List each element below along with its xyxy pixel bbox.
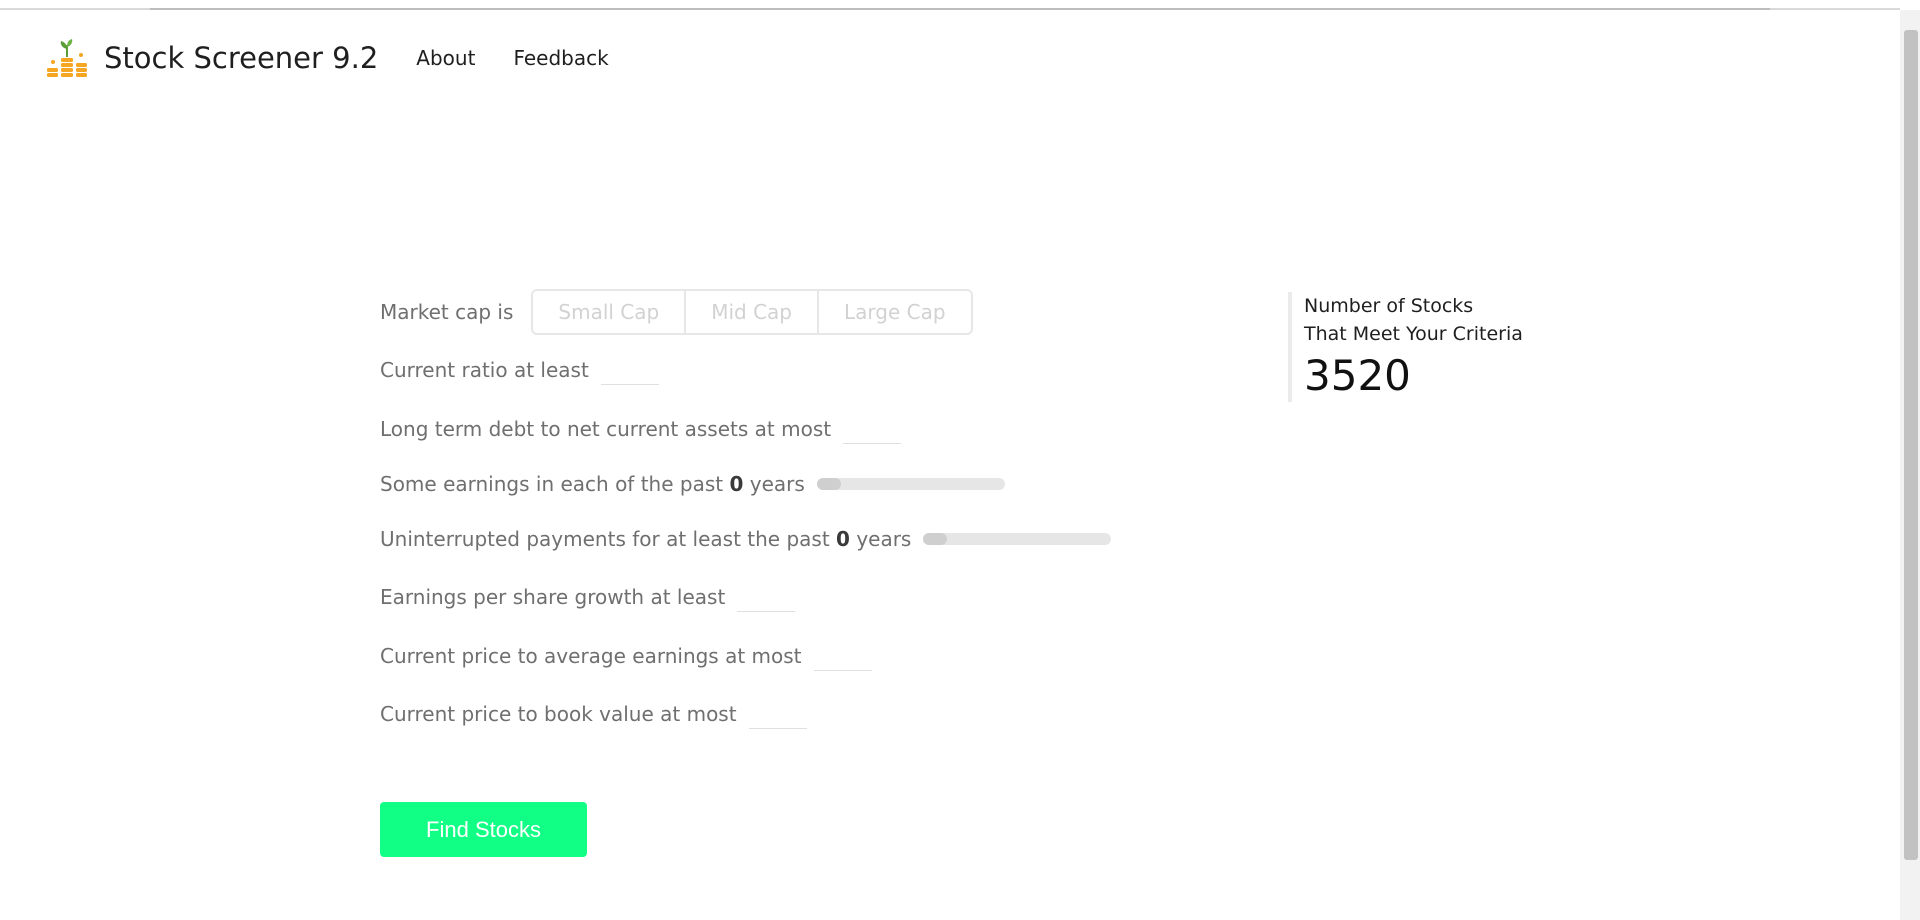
payments-label-pre: Uninterrupted payments for at least the …	[380, 527, 830, 551]
find-stocks-button[interactable]: Find Stocks	[380, 802, 587, 857]
eps-input[interactable]	[737, 582, 796, 612]
pb-input[interactable]	[748, 699, 807, 729]
earnings-label-post: years	[749, 472, 805, 496]
stock-count-panel: Number of Stocks That Meet Your Criteria…	[1288, 292, 1523, 402]
earnings-label-pre: Some earnings in each of the past	[380, 472, 724, 496]
pb-label: Current price to book value at most	[380, 702, 737, 726]
stock-count-value: 3520	[1304, 351, 1411, 400]
debt-input[interactable]	[843, 414, 902, 444]
top-border-highlight	[150, 8, 1770, 10]
mid-cap-button[interactable]: Mid Cap	[686, 291, 819, 333]
small-cap-button[interactable]: Small Cap	[533, 291, 687, 333]
coin-stack-plant-icon	[47, 39, 87, 77]
scrollbar[interactable]	[1900, 10, 1920, 920]
debt-label: Long term debt to net current assets at …	[380, 417, 832, 441]
market-cap-label: Market cap is	[380, 300, 514, 324]
pe-input[interactable]	[813, 641, 872, 671]
pe-label: Current price to average earnings at mos…	[380, 644, 802, 668]
earnings-years-value: 0	[729, 472, 744, 496]
payments-row: Uninterrupted payments for at least the …	[380, 521, 1112, 557]
current-ratio-input[interactable]	[600, 355, 659, 385]
nav-about-link[interactable]: About	[416, 46, 475, 70]
nav-feedback-link[interactable]: Feedback	[513, 46, 608, 70]
market-cap-row: Market cap is Small Cap Mid Cap Large Ca…	[380, 289, 973, 335]
app-title[interactable]: Stock Screener 9.2	[104, 41, 378, 75]
payments-slider-handle[interactable]	[923, 533, 948, 545]
earnings-row: Some earnings in each of the past 0 year…	[380, 466, 1005, 502]
pe-row: Current price to average earnings at mos…	[380, 638, 872, 674]
payments-years-value: 0	[836, 527, 850, 551]
counter-heading-line1: Number of Stocks	[1304, 295, 1474, 317]
payments-label-post: years	[856, 527, 912, 551]
pb-row: Current price to book value at most	[380, 696, 807, 732]
navbar: Stock Screener 9.2 About Feedback	[44, 28, 647, 88]
debt-row: Long term debt to net current assets at …	[380, 411, 902, 447]
earnings-years-slider[interactable]	[816, 478, 1005, 490]
current-ratio-label: Current ratio at least	[380, 358, 589, 382]
current-ratio-row: Current ratio at least	[380, 352, 659, 388]
payments-years-slider[interactable]	[923, 533, 1112, 545]
large-cap-button[interactable]: Large Cap	[819, 291, 971, 333]
counter-heading-line2: That Meet Your Criteria	[1304, 323, 1523, 345]
top-border	[0, 8, 1900, 10]
scrollbar-thumb[interactable]	[1904, 30, 1918, 860]
payments-label: Uninterrupted payments for at least the …	[380, 527, 911, 551]
earnings-label: Some earnings in each of the past 0 year…	[380, 472, 805, 496]
earnings-slider-handle[interactable]	[816, 478, 841, 490]
market-cap-segmented-control: Small Cap Mid Cap Large Cap	[531, 289, 973, 335]
eps-label: Earnings per share growth at least	[380, 585, 726, 609]
eps-row: Earnings per share growth at least	[380, 579, 796, 615]
